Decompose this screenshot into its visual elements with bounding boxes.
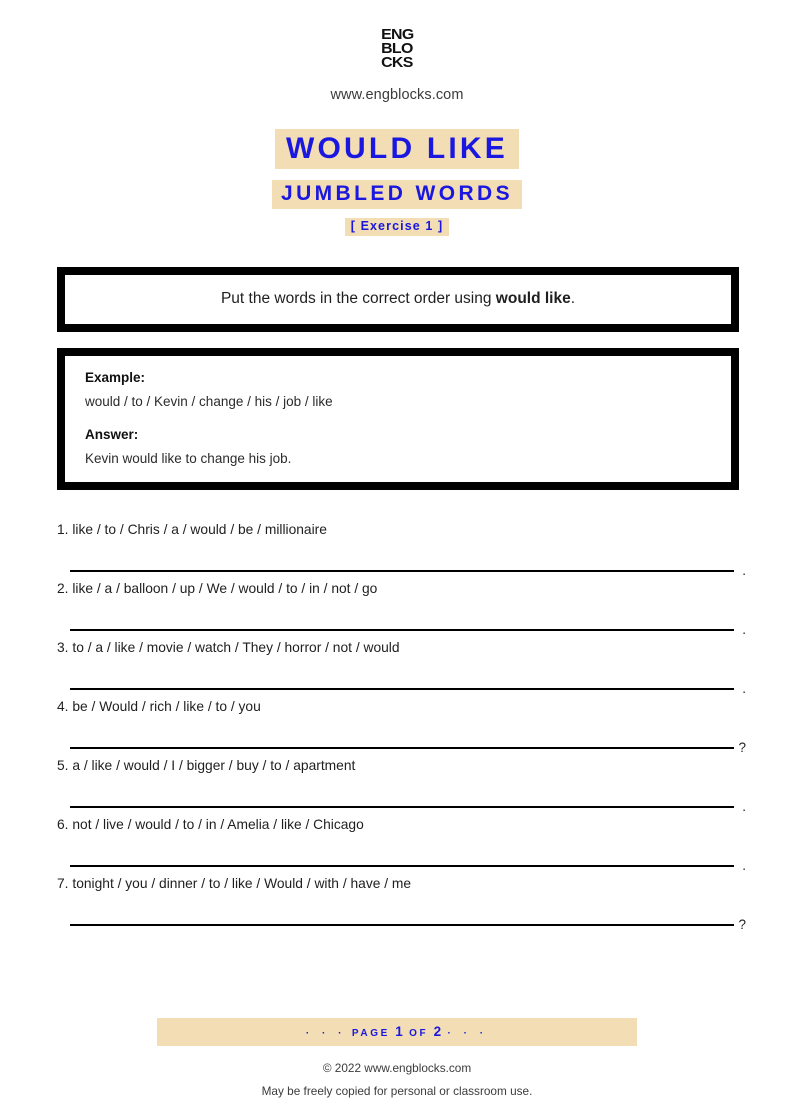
- title-block: WOULD LIKE JUMBLED WORDS [ Exercise 1 ]: [0, 128, 794, 237]
- footer-dots-right: · · ·: [447, 1028, 489, 1039]
- answer-line[interactable]: [70, 747, 734, 750]
- copyright-text: © 2022 www.engblocks.com: [322, 1061, 472, 1075]
- answer-row[interactable]: ?: [70, 893, 746, 934]
- answer-end-punctuation: .: [742, 681, 746, 697]
- exercise-item-text: like / a / balloon / up / We / would / t…: [72, 581, 378, 597]
- example-jumbled-text: would / to / Kevin / change / his / job …: [85, 394, 333, 410]
- instruction-bold: would like: [495, 290, 571, 308]
- answer-line[interactable]: [70, 805, 734, 808]
- footer-page-word: PAGE: [351, 1028, 390, 1039]
- exercise-item: 2. like / a / balloon / up / We / would …: [0, 580, 794, 639]
- page-indicator: · · · PAGE 1 OF 2 · · ·: [157, 1018, 637, 1046]
- exercise-item-text: a / like / would / I / bigger / buy / to…: [72, 758, 356, 774]
- exercise-item-text: not / live / would / to / in / Amelia / …: [72, 816, 364, 832]
- exercise-item-line: 3. to / a / like / movie / watch / They …: [57, 639, 794, 657]
- answer-line[interactable]: [70, 864, 734, 867]
- engblocks-logo: ENG BLO CKS: [380, 27, 414, 71]
- exercise-list: 1. like / to / Chris / a / would / be / …: [0, 521, 794, 933]
- answer-end-punctuation: ?: [738, 916, 746, 932]
- footer-page-number: 1: [395, 1024, 404, 1039]
- instruction-suffix: .: [570, 290, 576, 308]
- answer-line[interactable]: [70, 688, 734, 691]
- exercise-item-line: 4. be / Would / rich / like / to / you: [57, 698, 794, 716]
- answer-end-punctuation: .: [742, 798, 746, 814]
- instruction-box: Put the words in the correct order using…: [57, 267, 739, 333]
- example-box: Example: would / to / Kevin / change / h…: [57, 348, 739, 491]
- example-label: Example:: [85, 370, 146, 386]
- answer-row[interactable]: .: [70, 598, 746, 639]
- exercise-item: 3. to / a / like / movie / watch / They …: [0, 639, 794, 698]
- answer-end-punctuation: .: [742, 622, 746, 638]
- exercise-item-number: 5.: [57, 758, 69, 774]
- answer-row[interactable]: .: [70, 834, 746, 875]
- answer-end-punctuation: .: [742, 563, 746, 579]
- exercise-item-text: be / Would / rich / like / to / you: [72, 699, 261, 715]
- answer-row[interactable]: ?: [70, 716, 746, 757]
- exercise-item-text: tonight / you / dinner / to / like / Wou…: [72, 875, 412, 891]
- exercise-item-line: 1. like / to / Chris / a / would / be / …: [57, 521, 794, 539]
- instruction-text: Put the words in the correct order using…: [75, 290, 721, 308]
- exercise-item-number: 1.: [57, 522, 69, 538]
- answer-row[interactable]: .: [70, 657, 746, 698]
- answer-line[interactable]: [70, 923, 734, 926]
- exercise-item-line: 6. not / live / would / to / in / Amelia…: [57, 816, 794, 834]
- answer-label: Answer:: [85, 427, 139, 443]
- instruction-prefix: Put the words in the correct order using: [220, 290, 496, 308]
- footer-of-word: OF: [409, 1028, 429, 1039]
- exercise-item-number: 7.: [57, 875, 69, 891]
- exercise-item-text: like / to / Chris / a / would / be / mil…: [72, 522, 327, 538]
- exercise-item-line: 2. like / a / balloon / up / We / would …: [57, 580, 794, 598]
- answer-row[interactable]: .: [70, 539, 746, 580]
- exercise-item: 4. be / Would / rich / like / to / you?: [0, 698, 794, 757]
- exercise-item-number: 6.: [57, 816, 69, 832]
- exercise-item: 1. like / to / Chris / a / would / be / …: [0, 521, 794, 580]
- answer-end-punctuation: ?: [738, 740, 746, 756]
- logo-line-3: CKS: [380, 53, 413, 71]
- footer-total-pages: 2: [433, 1024, 443, 1039]
- exercise-item-number: 3.: [57, 640, 69, 656]
- page-header: ENG BLO CKS www.engblocks.com: [0, 0, 794, 103]
- exercise-item: 7. tonight / you / dinner / to / like / …: [0, 875, 794, 934]
- license-text: May be freely copied for personal or cla…: [261, 1084, 533, 1098]
- answer-row[interactable]: .: [70, 775, 746, 816]
- footer-dots-left: · · ·: [305, 1028, 347, 1039]
- exercise-item-text: to / a / like / movie / watch / They / h…: [72, 640, 400, 656]
- exercise-item-number: 4.: [57, 699, 69, 715]
- answer-line[interactable]: [70, 570, 734, 573]
- site-url: www.engblocks.com: [330, 86, 464, 103]
- exercise-item: 5. a / like / would / I / bigger / buy /…: [0, 757, 794, 816]
- exercise-item-number: 2.: [57, 581, 69, 597]
- exercise-label: [ Exercise 1 ]: [344, 218, 450, 237]
- exercise-item: 6. not / live / would / to / in / Amelia…: [0, 816, 794, 875]
- exercise-item-line: 7. tonight / you / dinner / to / like / …: [57, 875, 794, 893]
- page-footer: · · · PAGE 1 OF 2 · · · © 2022 www.engbl…: [0, 1018, 794, 1120]
- worksheet-subtitle: JUMBLED WORDS: [271, 180, 523, 210]
- answer-end-punctuation: .: [742, 857, 746, 873]
- example-answer-text: Kevin would like to change his job.: [85, 451, 292, 467]
- worksheet-title: WOULD LIKE: [275, 128, 519, 170]
- answer-line[interactable]: [70, 629, 734, 632]
- exercise-item-line: 5. a / like / would / I / bigger / buy /…: [57, 757, 794, 775]
